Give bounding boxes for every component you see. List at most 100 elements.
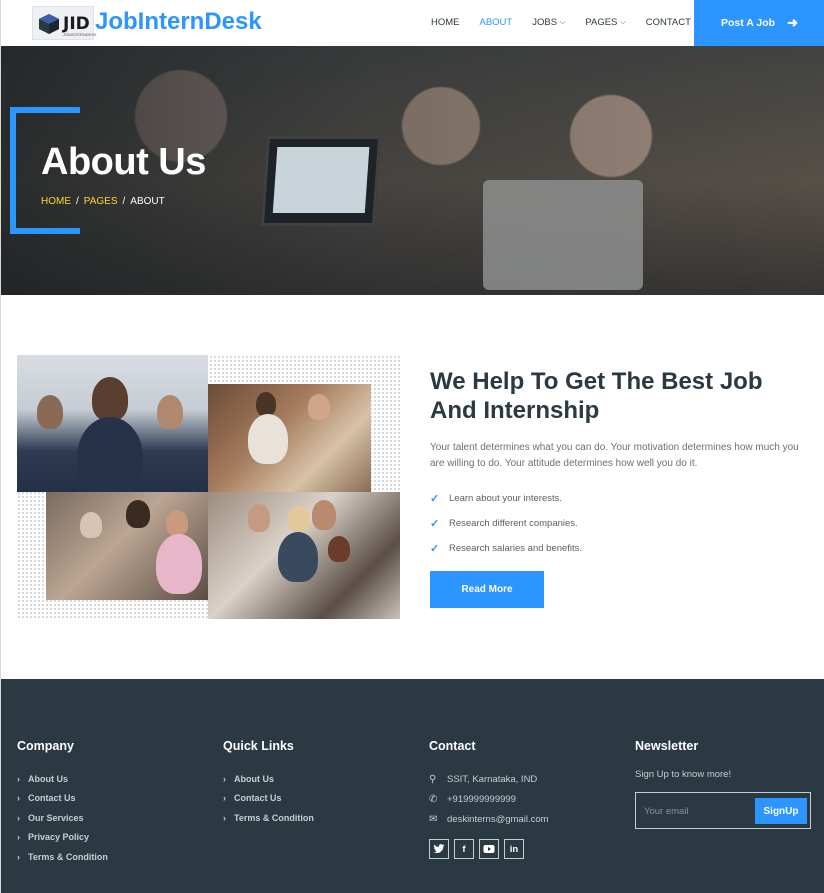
brand-name[interactable]: JobInternDesk [95,8,262,36]
chevron-right-icon: › [17,832,20,843]
chevron-down-icon: ⌵ [620,18,626,26]
phone-icon: ✆ [429,793,438,805]
nav-jobs[interactable]: JOBS ⌵ [532,17,565,28]
footer-link-label: Contact Us [28,793,76,804]
list-item: ✓ Research salaries and benefits. [430,536,582,561]
breadcrumb-current: ABOUT [130,196,165,207]
section-heading: We Help To Get The Best Job And Internsh… [430,368,763,424]
page-title: About Us [41,141,206,183]
cube-logo-icon [39,14,59,34]
newsletter-text: Sign Up to know more! [635,769,732,780]
footer-link-label: Terms & Condition [28,851,108,862]
hero-laptop-image [260,136,382,226]
contact-address-text: SSIT, Karnataka, IND [447,773,538,785]
list-item: ✓ Learn about your interests. [430,486,582,511]
footer-link-terms[interactable]: › Terms & Condition [17,847,108,867]
hero-banner: About Us HOME / PAGES / ABOUT [1,46,824,295]
nav-jobs-label: JOBS [532,17,558,28]
youtube-icon[interactable] [479,839,499,859]
linkedin-icon[interactable]: in [504,839,524,859]
contact-phone: ✆ +919999999999 [429,789,549,809]
nav-pages[interactable]: PAGES ⌵ [585,17,625,28]
post-job-label: Post A Job [721,17,776,29]
envelope-icon: ✉ [429,813,438,825]
check-icon: ✓ [430,518,440,530]
footer-link-label: Contact Us [234,793,282,804]
laptop-screen [272,147,370,213]
list-item: ✓ Research different companies. [430,511,582,536]
twitter-icon[interactable] [429,839,449,859]
feature-list: ✓ Learn about your interests. ✓ Research d… [430,486,582,561]
breadcrumb-home[interactable]: HOME [41,196,71,207]
breadcrumb-separator: / [122,196,126,207]
breadcrumb: HOME / PAGES / ABOUT [41,196,165,207]
footer-link-label: About Us [28,773,68,784]
nav-contact[interactable]: CONTACT [646,17,691,28]
chevron-right-icon: › [17,773,20,784]
nav-about-label: ABOUT [479,17,513,28]
site-footer: Company › About Us › Contact Us › Our Servi… [1,679,824,893]
chevron-right-icon: › [223,812,226,823]
main-nav: HOME ABOUT JOBS ⌵ PAGES ⌵ CONTACT [431,17,711,28]
nav-contact-label: CONTACT [645,17,691,28]
footer-contact-title: Contact [429,739,476,753]
post-job-button[interactable]: Post A Job ➜ [694,0,824,46]
social-links: f in [429,839,549,859]
contact-phone-text: +919999999999 [447,793,516,805]
signup-button[interactable]: SignUp [755,798,807,824]
check-icon: ✓ [430,543,440,555]
breadcrumb-pages[interactable]: PAGES [84,196,118,207]
footer-link-label: About Us [234,773,274,784]
facebook-icon[interactable]: f [454,839,474,859]
footer-quick-links-title: Quick Links [223,739,294,753]
list-item-text: Research different companies. [449,518,578,529]
team-photo-3 [46,492,208,600]
footer-newsletter: Newsletter Sign Up to know more! SignUp [635,739,811,829]
footer-company-title: Company [17,739,74,753]
breadcrumb-separator: / [76,196,79,207]
quick-link-contact-us[interactable]: › Contact Us [223,789,314,809]
footer-newsletter-title: Newsletter [635,739,699,753]
quick-link-about-us[interactable]: › About Us [223,769,314,789]
quick-link-terms[interactable]: › Terms & Condition [223,808,314,828]
chevron-right-icon: › [17,793,20,804]
footer-link-label: Our Services [28,812,84,823]
section-paragraph: Your talent determines what you can do. … [430,442,799,469]
page: JID JOBINTERNDESK JobInternDesk HOME ABO… [0,0,824,893]
footer-link-our-services[interactable]: › Our Services [17,808,108,828]
map-pin-icon: ⚲ [429,773,437,785]
list-item-text: Learn about your interests. [449,493,563,504]
chevron-right-icon: › [17,851,20,862]
chevron-right-icon: › [17,812,20,823]
logo[interactable]: JID JOBINTERNDESK [32,6,97,40]
team-photo-1 [17,355,208,492]
read-more-button[interactable]: Read More [430,571,544,608]
contact-email: ✉ deskinterns@gmail.com [429,809,549,829]
footer-quick-links: Quick Links › About Us › Contact Us › Terms… [223,739,314,828]
chevron-down-icon: ⌵ [560,18,566,26]
chevron-right-icon: › [223,793,226,804]
check-icon: ✓ [430,493,440,505]
site-header: JID JOBINTERNDESK JobInternDesk HOME ABO… [1,0,824,46]
team-photo-2 [208,384,371,492]
footer-company: Company › About Us › Contact Us › Our Servi… [17,739,108,867]
email-field[interactable] [644,801,749,821]
logo-text: JID [63,14,90,34]
newsletter-form: SignUp [635,792,811,829]
contact-address: ⚲ SSIT, Karnataka, IND [429,769,549,789]
nav-home[interactable]: HOME [431,17,460,28]
list-item-text: Research salaries and benefits. [449,543,583,554]
footer-link-label: Terms & Condition [234,812,314,823]
footer-link-contact-us[interactable]: › Contact Us [17,789,108,809]
contact-email-text: deskinterns@gmail.com [447,813,549,825]
chevron-right-icon: › [223,773,226,784]
footer-link-privacy-policy[interactable]: › Privacy Policy [17,828,108,848]
hero-laptop2-image [483,180,643,290]
nav-pages-label: PAGES [585,17,618,28]
arrow-right-icon: ➜ [787,15,798,30]
team-photo-4 [208,492,400,619]
nav-about[interactable]: ABOUT [480,17,513,28]
nav-home-label: HOME [431,17,460,28]
footer-link-label: Privacy Policy [28,832,90,843]
footer-link-about-us[interactable]: › About Us [17,769,108,789]
